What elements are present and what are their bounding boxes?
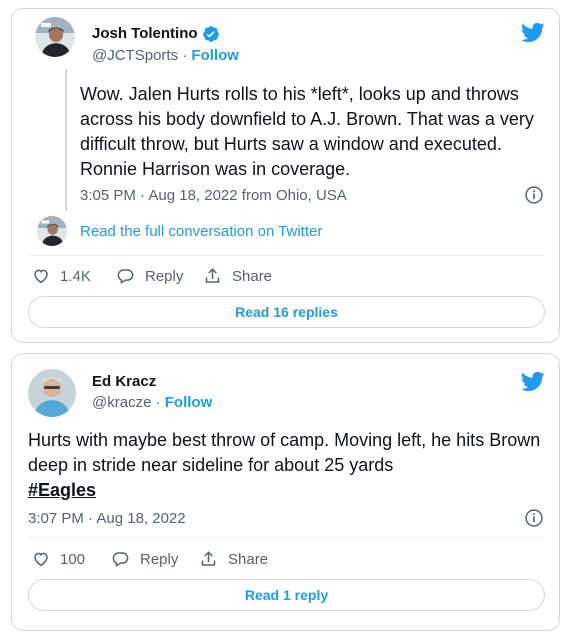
follow-button[interactable]: Follow <box>191 47 239 64</box>
author-name[interactable]: Josh Tolentino <box>92 25 198 42</box>
verified-badge-icon <box>203 26 219 42</box>
author-name[interactable]: Ed Kracz <box>92 373 156 390</box>
tweet-card: Ed Kracz @kracze · Follow Hurts with may… <box>11 353 560 631</box>
info-icon[interactable] <box>524 508 544 528</box>
tweet-text: Wow. Jalen Hurts rolls to his *left*, lo… <box>80 84 534 179</box>
like-button[interactable]: 1.4K <box>32 267 91 285</box>
tweet-body: Hurts with maybe best throw of camp. Mov… <box>28 430 541 475</box>
separator-dot: · <box>155 394 161 411</box>
author-avatar[interactable] <box>28 369 76 417</box>
read-replies-button[interactable]: Read 16 replies <box>28 296 545 328</box>
tweet-timestamp[interactable]: 3:05 PM · Aug 18, 2022 from Ohio, USA <box>80 187 347 204</box>
like-count: 100 <box>60 550 86 568</box>
avatar-image <box>28 369 76 417</box>
handle-line: @JCTSports · Follow <box>92 47 239 64</box>
like-count: 1.4K <box>60 267 91 285</box>
read-replies-button[interactable]: Read 1 reply <box>28 579 545 611</box>
thread-line <box>65 69 67 211</box>
tweet-card: Josh Tolentino @JCTSports · Follow Wow. … <box>11 8 560 343</box>
divider <box>28 537 545 538</box>
divider <box>28 255 545 256</box>
share-label: Share <box>228 550 269 568</box>
heart-icon <box>34 552 48 567</box>
heart-icon <box>34 269 48 284</box>
avatar-image <box>37 216 67 246</box>
like-button[interactable]: 100 <box>32 550 85 568</box>
info-icon[interactable] <box>524 185 544 205</box>
share-button[interactable]: Share <box>199 550 268 568</box>
reply-icon <box>117 269 134 284</box>
follow-button[interactable]: Follow <box>165 394 213 411</box>
read-conversation-link[interactable]: Read the full conversation on Twitter <box>80 223 322 240</box>
conversation-avatar[interactable] <box>37 216 67 246</box>
author-handle[interactable]: @JCTSports <box>92 47 178 64</box>
twitter-logo-icon[interactable] <box>520 22 545 43</box>
share-icon <box>201 551 216 566</box>
reply-label: Reply <box>145 267 184 285</box>
author-handle[interactable]: @kracze <box>92 394 151 411</box>
reply-button[interactable]: Reply <box>116 267 183 285</box>
share-button[interactable]: Share <box>203 267 272 285</box>
tweet-text: Hurts with maybe best throw of camp. Mov… <box>28 428 548 503</box>
share-icon <box>205 268 220 283</box>
twitter-logo-icon[interactable] <box>520 371 545 392</box>
share-label: Share <box>232 267 273 285</box>
reply-label: Reply <box>140 550 179 568</box>
separator-dot: · <box>182 47 188 64</box>
tweet-timestamp[interactable]: 3:07 PM · Aug 18, 2022 <box>28 510 186 527</box>
hashtag-link[interactable]: #Eagles <box>28 480 96 500</box>
reply-button[interactable]: Reply <box>111 550 178 568</box>
handle-line: @kracze · Follow <box>92 394 212 411</box>
avatar-image <box>35 17 75 57</box>
reply-icon <box>112 552 129 567</box>
author-avatar[interactable] <box>35 17 75 57</box>
